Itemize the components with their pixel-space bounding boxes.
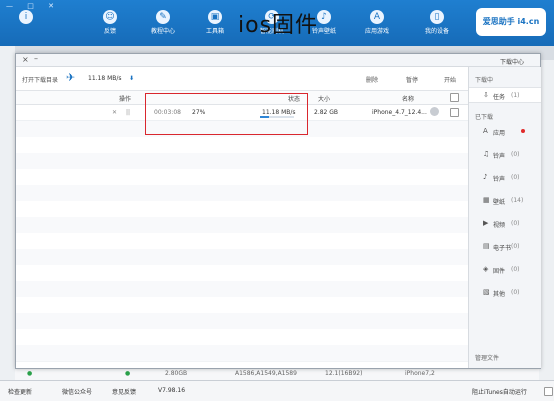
empty-row (16, 233, 468, 250)
pause-icon[interactable]: || (126, 109, 130, 116)
sidebar-item-tasks[interactable]: ⇩ 任务 (1) (469, 87, 541, 103)
nav-info[interactable]: i (4, 4, 48, 44)
sidebar-item-apps[interactable]: A 应用 (469, 124, 541, 138)
empty-row (16, 137, 468, 154)
bell-icon: ♪ (483, 173, 488, 181)
empty-row (16, 313, 468, 330)
status-highlight-box (145, 93, 308, 135)
feedback-icon: ☺ (103, 10, 117, 24)
tutorial-icon: ✎ (156, 10, 170, 24)
feedback-button[interactable]: 意见反馈 (112, 387, 136, 396)
open-folder-button[interactable]: 打开下载目录 (22, 75, 58, 84)
right-background-strip (539, 60, 554, 380)
total-speed: 11.18 MB/s (88, 75, 122, 82)
file-name: iPhone_4.7_12.4... (372, 109, 427, 116)
file-size: 2.82 GB (314, 109, 339, 116)
app-icon: A (483, 127, 488, 135)
select-all-checkbox[interactable] (450, 93, 459, 102)
info-icon: i (19, 10, 33, 24)
empty-row (16, 185, 468, 202)
status-bar: 检查更新 微信公众号 意见反馈 V7.98.16 阻止iTunes自动运行 (0, 380, 554, 401)
empty-row (16, 297, 468, 314)
firmware-icon: ◈ (483, 265, 489, 273)
ebook-icon: ▤ (483, 242, 490, 250)
nav-toolbox[interactable]: ▣ 工具箱 (193, 4, 237, 44)
dialog-titlebar: × – 下载中心 (16, 54, 540, 67)
video-icon: ▶ (483, 219, 489, 227)
block-itunes-toggle[interactable]: 阻止iTunes自动运行 (472, 387, 527, 396)
sidebar-item-ebooks[interactable]: ▤ 电子书 (0) (469, 239, 541, 253)
empty-row (16, 169, 468, 186)
ringtone-icon: ♪ (317, 10, 331, 24)
sidebar-item-firmware[interactable]: ◈ 固件 (0) (469, 262, 541, 276)
download-sidebar: 下载中 ⇩ 任务 (1) 已下载 A 应用 ♫ 铃声 (0) ♪ 铃声 (0) … (468, 67, 541, 368)
nav-apps[interactable]: A 应用游戏 (355, 4, 399, 44)
delete-button[interactable]: 删除 (366, 75, 378, 84)
close-icon[interactable]: ✕ (112, 109, 117, 116)
download-arrow-icon: ⬇ (129, 75, 135, 82)
sidebar-item-wallpapers[interactable]: ▦ 壁纸 (14) (469, 193, 541, 207)
close-icon[interactable]: × (22, 55, 29, 64)
row-checkbox[interactable] (450, 108, 459, 117)
section-downloaded: 已下载 (475, 114, 494, 121)
wallpaper-icon: ▦ (483, 196, 490, 204)
nav-feedback[interactable]: ☺ 反馈 (88, 4, 132, 44)
block-itunes-checkbox[interactable] (544, 387, 553, 396)
sidebar-item-videos[interactable]: ▶ 视频 (0) (469, 216, 541, 230)
section-downloading: 下载中 (475, 77, 494, 84)
minimize-icon[interactable]: – (34, 54, 38, 63)
sidebar-item-bells[interactable]: ♪ 铃声 (0) (469, 170, 541, 184)
app-logo: 爱思助手 i4.cn (476, 8, 546, 36)
folder-bird-icon: ✈ (66, 71, 76, 84)
status-dot-icon: ● (27, 370, 33, 377)
new-badge-dot (521, 129, 525, 133)
ringtone-icon: ♫ (483, 150, 490, 158)
pause-button[interactable]: 暂停 (406, 75, 418, 84)
firmware-file-icon (430, 107, 439, 116)
empty-row (16, 249, 468, 266)
left-background-strip (0, 46, 15, 380)
toolbox-icon: ▣ (208, 10, 222, 24)
empty-row (16, 265, 468, 282)
sidebar-item-other[interactable]: ▧ 其他 (0) (469, 285, 541, 299)
dialog-title: 下载中心 (500, 59, 525, 66)
apps-icon: A (370, 10, 384, 24)
check-update-button[interactable]: 检查更新 (8, 387, 32, 396)
sidebar-item-ringtones[interactable]: ♫ 铃声 (0) (469, 147, 541, 161)
empty-row (16, 153, 468, 170)
manage-files-button[interactable]: 管理文件 (475, 353, 499, 362)
status-dot-icon: ● (125, 370, 131, 377)
empty-row (16, 329, 468, 346)
page-title-overlay: ios固件 (238, 13, 319, 38)
empty-row (16, 217, 468, 234)
other-icon: ▧ (483, 288, 490, 296)
start-button[interactable]: 开始 (444, 75, 456, 84)
wechat-button[interactable]: 微信公众号 (62, 387, 92, 396)
nav-my-device[interactable]: ▯ 我的设备 (415, 4, 459, 44)
version-label: V7.98.16 (158, 387, 186, 394)
empty-row (16, 201, 468, 218)
empty-row (16, 345, 468, 362)
task-icon: ⇩ (483, 91, 489, 99)
device-icon: ▯ (430, 10, 444, 24)
nav-tutorial[interactable]: ✎ 教程中心 (141, 4, 185, 44)
download-toolbar: ✈ 打开下载目录 ⬇ 11.18 MB/s 删除 暂停 开始 (16, 67, 468, 89)
empty-row (16, 281, 468, 298)
